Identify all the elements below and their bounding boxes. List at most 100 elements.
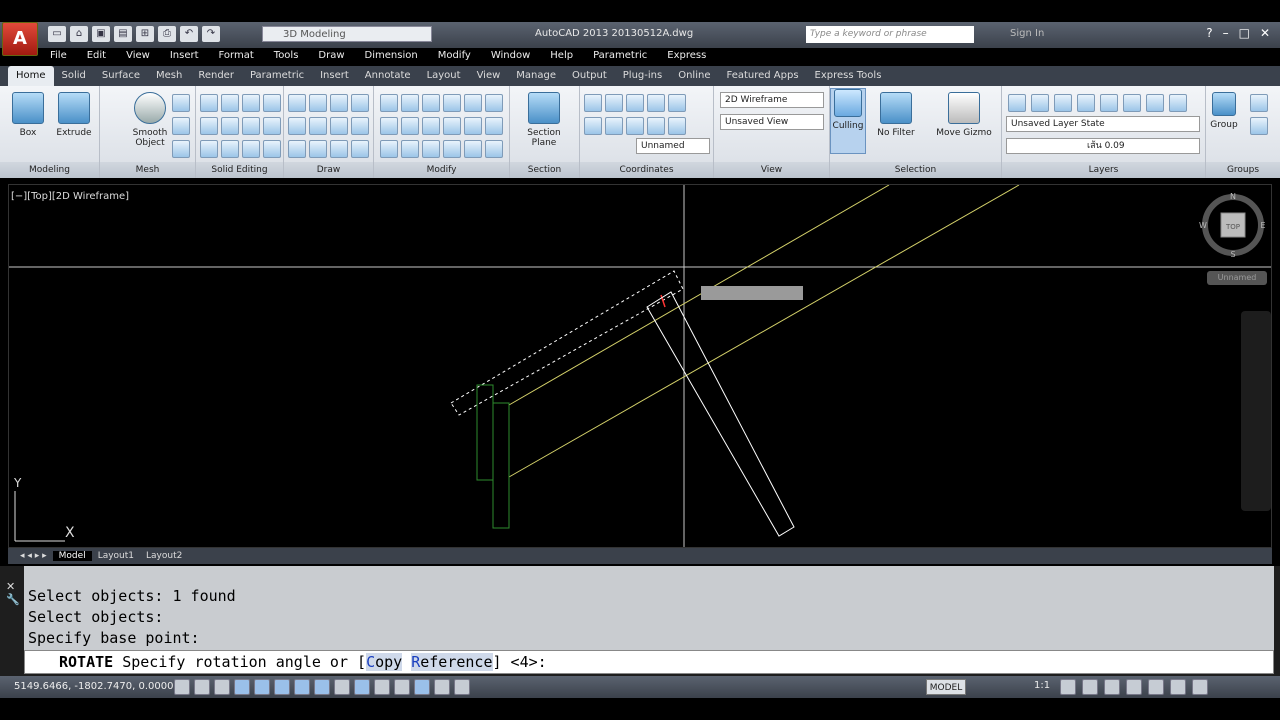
ucs-origin-icon[interactable] bbox=[584, 117, 602, 135]
snap-icon[interactable] bbox=[194, 679, 210, 695]
menu-window[interactable]: Window bbox=[481, 48, 540, 66]
application-menu-button[interactable]: A bbox=[2, 22, 38, 56]
tab-view[interactable]: View bbox=[469, 66, 509, 86]
tab-model[interactable]: Model bbox=[52, 551, 92, 561]
isolate-objects-icon[interactable] bbox=[1170, 679, 1186, 695]
annotation-visibility-icon[interactable] bbox=[1060, 679, 1076, 695]
stretch-icon[interactable] bbox=[422, 117, 440, 135]
workspace-switching-icon[interactable] bbox=[1104, 679, 1120, 695]
extract-icon[interactable] bbox=[263, 117, 281, 135]
arc-icon[interactable] bbox=[330, 94, 348, 112]
panel-title-selection[interactable]: Selection bbox=[830, 162, 1001, 178]
ucs-face-icon[interactable] bbox=[647, 117, 665, 135]
box-button[interactable]: Box bbox=[2, 92, 54, 138]
3d-osnap-icon[interactable] bbox=[294, 679, 310, 695]
menu-file[interactable]: File bbox=[40, 48, 77, 66]
menu-express[interactable]: Express bbox=[657, 48, 716, 66]
hatch-icon[interactable] bbox=[351, 117, 369, 135]
ucs-z-icon[interactable] bbox=[668, 94, 686, 112]
ducs-icon[interactable] bbox=[334, 679, 350, 695]
mesh-tool-icon[interactable] bbox=[172, 117, 190, 135]
tab-plugins[interactable]: Plug-ins bbox=[615, 66, 670, 86]
line-icon[interactable] bbox=[288, 94, 306, 112]
circle-icon[interactable] bbox=[351, 94, 369, 112]
spline-icon[interactable] bbox=[288, 117, 306, 135]
redo-icon[interactable]: ↷ bbox=[202, 26, 220, 42]
layer-lock-icon[interactable] bbox=[1100, 94, 1118, 112]
navigation-bar[interactable] bbox=[1241, 311, 1271, 511]
selection-cycling-icon[interactable] bbox=[434, 679, 450, 695]
help-icon[interactable]: ? bbox=[1206, 26, 1212, 40]
trim-icon[interactable] bbox=[380, 94, 398, 112]
tab-annotate[interactable]: Annotate bbox=[357, 66, 419, 86]
polar-icon[interactable] bbox=[254, 679, 270, 695]
move-gizmo-button[interactable]: Move Gizmo bbox=[934, 92, 994, 138]
panel-title-groups[interactable]: Groups bbox=[1206, 162, 1280, 178]
named-view-select[interactable]: Unsaved View bbox=[720, 114, 824, 130]
option-copy[interactable]: Copy bbox=[366, 653, 403, 671]
save-icon[interactable]: ▣ bbox=[92, 26, 110, 42]
coordinates-readout[interactable]: 5149.6466, -1802.7470, 0.0000 bbox=[14, 681, 173, 692]
annotation-scale[interactable]: 1:1 bbox=[1034, 680, 1050, 691]
ucs-state-dropdown[interactable]: Unnamed bbox=[1207, 271, 1267, 285]
model-space-button[interactable]: MODEL bbox=[926, 679, 966, 695]
explode-icon[interactable] bbox=[464, 94, 482, 112]
auto-scale-icon[interactable] bbox=[1082, 679, 1098, 695]
option-reference[interactable]: Reference bbox=[411, 653, 493, 671]
mirror-icon[interactable] bbox=[401, 117, 419, 135]
layer-previous-icon[interactable] bbox=[1146, 94, 1164, 112]
menu-dimension[interactable]: Dimension bbox=[355, 48, 428, 66]
minimize-icon[interactable]: – bbox=[1223, 26, 1229, 40]
tab-layout1[interactable]: Layout1 bbox=[92, 551, 140, 561]
menu-help[interactable]: Help bbox=[540, 48, 583, 66]
offset-edges-icon[interactable] bbox=[242, 140, 260, 158]
ellipse-icon[interactable] bbox=[330, 117, 348, 135]
otrack-icon[interactable] bbox=[314, 679, 330, 695]
tab-layout[interactable]: Layout bbox=[419, 66, 469, 86]
erase-icon[interactable] bbox=[485, 94, 503, 112]
array-icon[interactable] bbox=[464, 117, 482, 135]
region-icon[interactable] bbox=[330, 140, 348, 158]
publish-icon[interactable]: ⊞ bbox=[136, 26, 154, 42]
tab-insert[interactable]: Insert bbox=[312, 66, 357, 86]
smooth-object-button[interactable]: Smooth Object bbox=[124, 92, 176, 148]
rectangle-icon[interactable] bbox=[309, 140, 327, 158]
ucs-x-icon[interactable] bbox=[626, 94, 644, 112]
tab-output[interactable]: Output bbox=[564, 66, 615, 86]
close-icon[interactable]: ✕ bbox=[1260, 26, 1270, 40]
menu-parametric[interactable]: Parametric bbox=[583, 48, 657, 66]
thicken-icon[interactable] bbox=[221, 117, 239, 135]
quick-properties-icon[interactable] bbox=[414, 679, 430, 695]
rotate-icon[interactable] bbox=[422, 94, 440, 112]
menu-view[interactable]: View bbox=[116, 48, 160, 66]
infer-constraints-icon[interactable] bbox=[174, 679, 190, 695]
union-icon[interactable] bbox=[200, 94, 218, 112]
tab-manage[interactable]: Manage bbox=[508, 66, 564, 86]
tab-render[interactable]: Render bbox=[190, 66, 242, 86]
section-plane-button[interactable]: Section Plane bbox=[518, 92, 570, 148]
panel-title-coordinates[interactable]: Coordinates bbox=[580, 162, 713, 178]
ortho-icon[interactable] bbox=[234, 679, 250, 695]
layer-select[interactable]: เส้น 0.09 bbox=[1006, 138, 1200, 154]
separate-icon[interactable] bbox=[200, 140, 218, 158]
tab-layout2[interactable]: Layout2 bbox=[140, 551, 188, 561]
ucs-view-icon[interactable] bbox=[605, 117, 623, 135]
intersect-icon[interactable] bbox=[242, 94, 260, 112]
chamfer-icon[interactable] bbox=[464, 140, 482, 158]
open-icon[interactable]: ⌂ bbox=[70, 26, 88, 42]
ungroup-icon[interactable] bbox=[1250, 117, 1268, 135]
ucs-icon[interactable] bbox=[584, 94, 602, 112]
panel-title-modeling[interactable]: Modeling bbox=[0, 162, 99, 178]
mesh-tool-icon[interactable] bbox=[172, 94, 190, 112]
slice-icon[interactable] bbox=[263, 94, 281, 112]
tab-online[interactable]: Online bbox=[670, 66, 718, 86]
menu-edit[interactable]: Edit bbox=[77, 48, 116, 66]
clean-screen-icon[interactable] bbox=[1192, 679, 1208, 695]
align-icon[interactable] bbox=[443, 94, 461, 112]
pedit-icon[interactable] bbox=[485, 140, 503, 158]
layer-off-icon[interactable] bbox=[1031, 94, 1049, 112]
sign-in-link[interactable]: Sign In bbox=[1010, 28, 1044, 39]
workspace-select[interactable]: 3D Modeling bbox=[262, 26, 432, 42]
ucs-world-icon[interactable] bbox=[605, 94, 623, 112]
tab-nav-arrows[interactable]: ◂ ◂ ▸ ▸ bbox=[14, 551, 53, 561]
